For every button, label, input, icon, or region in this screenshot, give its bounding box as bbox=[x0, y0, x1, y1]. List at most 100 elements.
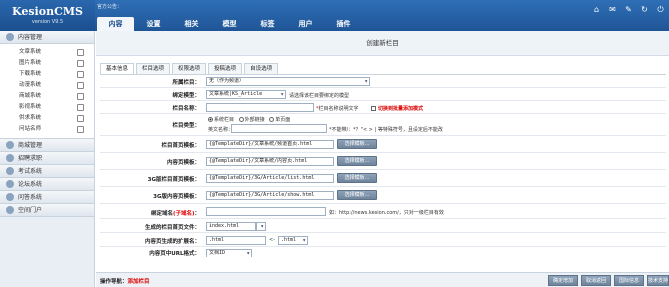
model-note: 请选择该栏目要绑定的模型 bbox=[289, 93, 350, 99]
tpl-index-input[interactable]: {@TemplateDir}/文章系统/频道首页.html bbox=[206, 140, 334, 149]
breadcrumb: 操作导航：添加栏目 bbox=[100, 277, 150, 285]
name-label: 栏目名称： bbox=[172, 106, 200, 112]
sidebar-item[interactable]: 商城系统 bbox=[0, 91, 94, 102]
sidebar-section-label: 内容管理 bbox=[18, 33, 43, 41]
tpl-index-select-button[interactable]: 选择模板... bbox=[337, 139, 377, 149]
index-file-input[interactable]: index.html bbox=[206, 222, 256, 231]
jobs-icon bbox=[6, 154, 14, 162]
tab-tags[interactable]: 标签 bbox=[249, 17, 286, 31]
type-option-system[interactable]: 系统栏目 bbox=[208, 117, 234, 123]
sidebar-item[interactable]: 下载系统 bbox=[0, 69, 94, 80]
edit-icon[interactable] bbox=[77, 104, 84, 111]
tools-icon[interactable]: ✎ bbox=[623, 4, 634, 15]
sidebar-section-label: 商城管理 bbox=[18, 141, 43, 149]
type-option-single[interactable]: 单页面 bbox=[269, 117, 290, 123]
row-model: 绑定模型： 文章系统|KS_Article 请选择该栏目要绑定的模型 bbox=[100, 88, 666, 101]
tab-permission-options[interactable]: 权限选项 bbox=[172, 63, 207, 74]
sidebar-item[interactable]: 动漫系统 bbox=[0, 80, 94, 91]
info-button[interactable]: 国际信息 bbox=[614, 275, 644, 286]
bottom-bar: 操作导航：添加栏目 确定增加 取消返回 国际信息 技术支持 bbox=[96, 272, 669, 287]
logo: KesionCMS version V9.5 bbox=[0, 0, 95, 31]
form-tabs: 基本信息 栏目选项 权限选项 投稿选项 自设选项 bbox=[100, 63, 280, 74]
radio-external[interactable] bbox=[238, 117, 244, 122]
tab-submit-options[interactable]: 投稿选项 bbox=[208, 63, 243, 74]
edit-icon[interactable] bbox=[77, 71, 84, 78]
power-icon[interactable]: ⏻ bbox=[655, 4, 666, 15]
page-title: 创建新栏目 bbox=[96, 31, 669, 56]
name-input[interactable] bbox=[206, 103, 314, 112]
sidebar-section-label: 考试系统 bbox=[18, 167, 43, 175]
radio-system-label: 系统栏目 bbox=[214, 117, 235, 123]
sidebar-item[interactable]: 问站名师 bbox=[0, 124, 94, 135]
mail-icon[interactable]: ✉ bbox=[607, 4, 618, 15]
model-select[interactable]: 文章系统|KS_Article bbox=[206, 90, 286, 99]
radio-system[interactable] bbox=[208, 117, 213, 122]
sidebar-section-space[interactable]: 空间门户 bbox=[0, 204, 94, 217]
sidebar-item-label: 动漫系统 bbox=[19, 82, 42, 88]
tpl-content-select-button[interactable]: 选择模板... bbox=[337, 156, 377, 166]
breadcrumb-current[interactable]: 添加栏目 bbox=[128, 279, 150, 285]
forum-icon bbox=[6, 180, 14, 188]
top-icons: ⌂ ✉ ✎ ↻ ⏻ bbox=[591, 4, 666, 15]
batch-checkbox[interactable] bbox=[371, 106, 376, 111]
ext-input[interactable]: .html bbox=[206, 236, 266, 245]
sidebar-item[interactable]: 影视系统 bbox=[0, 102, 94, 113]
sidebar-section-mall[interactable]: 商城管理 bbox=[0, 139, 94, 152]
sidebar-section-label: 招聘求职 bbox=[18, 154, 43, 162]
index-file-select[interactable] bbox=[256, 222, 266, 231]
tpl-content-input[interactable]: {@TemplateDir}/文章系统/内容页.html bbox=[206, 157, 334, 166]
sidebar-item[interactable]: 文章系统 bbox=[0, 47, 94, 58]
ext-select[interactable]: .html bbox=[278, 236, 308, 245]
support-button[interactable]: 技术支持 bbox=[647, 275, 669, 286]
tab-content[interactable]: 内容 bbox=[97, 17, 134, 31]
row-index-file: 生成的栏目首页文件： index.html bbox=[100, 219, 666, 233]
sidebar-item[interactable]: 图片系统 bbox=[0, 58, 94, 69]
edit-icon[interactable] bbox=[77, 49, 84, 56]
sidebar-section-qa[interactable]: 问答系统 bbox=[0, 191, 94, 204]
domain-input[interactable] bbox=[206, 207, 326, 216]
sidebar-section-content[interactable]: 内容管理 bbox=[0, 31, 94, 44]
tpl-3g-index-select-button[interactable]: 选择模板... bbox=[337, 173, 377, 183]
home-icon[interactable]: ⌂ bbox=[591, 4, 602, 15]
tpl-3g-index-input[interactable]: {@TemplateDir}/3G/Article/list.html bbox=[206, 174, 334, 183]
sidebar-section-label: 问答系统 bbox=[18, 193, 43, 201]
row-tpl-index: 栏目首页模板： {@TemplateDir}/文章系统/频道首页.html 选择… bbox=[100, 136, 666, 153]
en-name-input[interactable] bbox=[231, 124, 327, 133]
confirm-add-button[interactable]: 确定增加 bbox=[548, 275, 578, 286]
sidebar-section-jobs[interactable]: 招聘求职 bbox=[0, 152, 94, 165]
tab-settings[interactable]: 设置 bbox=[135, 17, 172, 31]
tab-related[interactable]: 相关 bbox=[173, 17, 210, 31]
app-title: KesionCMS bbox=[12, 5, 83, 18]
row-domain: 绑定域名(子域名)： 如：http://news.kesion.com/，只对一… bbox=[100, 204, 666, 219]
tab-plugins[interactable]: 插件 bbox=[325, 17, 362, 31]
refresh-icon[interactable]: ↻ bbox=[639, 4, 650, 15]
edit-icon[interactable] bbox=[77, 82, 84, 89]
radio-single[interactable] bbox=[269, 117, 275, 122]
type-option-external[interactable]: 外部链接 bbox=[238, 117, 265, 123]
edit-icon[interactable] bbox=[77, 126, 84, 133]
edit-icon[interactable] bbox=[77, 115, 84, 122]
sidebar-section-forum[interactable]: 论坛系统 bbox=[0, 178, 94, 191]
tpl-3g-content-input[interactable]: {@TemplateDir}/3G/Article/show.html bbox=[206, 191, 334, 200]
parent-select[interactable]: 无（作为频道） bbox=[206, 77, 370, 86]
batch-mode-toggle[interactable]: 切换到批量添加模式 bbox=[371, 105, 423, 112]
tab-models[interactable]: 模型 bbox=[211, 17, 248, 31]
exam-icon bbox=[6, 167, 14, 175]
tpl-3g-index-label: 3G版栏目首页模板： bbox=[147, 177, 200, 183]
tab-custom-options[interactable]: 自设选项 bbox=[244, 63, 279, 74]
top-bar: KesionCMS version V9.5 官方公告： 内容 设置 相关 模型… bbox=[0, 0, 669, 31]
tab-column-options[interactable]: 栏目选项 bbox=[136, 63, 171, 74]
paging-select[interactable]: 文档ID bbox=[206, 249, 252, 257]
edit-icon[interactable] bbox=[77, 60, 84, 67]
tab-users[interactable]: 用户 bbox=[287, 17, 324, 31]
radio-single-label: 单页面 bbox=[275, 117, 291, 123]
sidebar-section-exam[interactable]: 考试系统 bbox=[0, 165, 94, 178]
cancel-return-button[interactable]: 取消返回 bbox=[581, 275, 611, 286]
sidebar-item[interactable]: 供求系统 bbox=[0, 113, 94, 124]
tpl-3g-content-select-button[interactable]: 选择模板... bbox=[337, 190, 377, 200]
tpl-index-label: 栏目首页模板： bbox=[161, 143, 200, 149]
tab-basic-info[interactable]: 基本信息 bbox=[100, 63, 135, 74]
en-name-note: *不能带/：*？"< > | 等特殊符号，且设定后不能改 bbox=[329, 127, 443, 133]
edit-icon[interactable] bbox=[77, 93, 84, 100]
content-icon bbox=[6, 33, 14, 41]
